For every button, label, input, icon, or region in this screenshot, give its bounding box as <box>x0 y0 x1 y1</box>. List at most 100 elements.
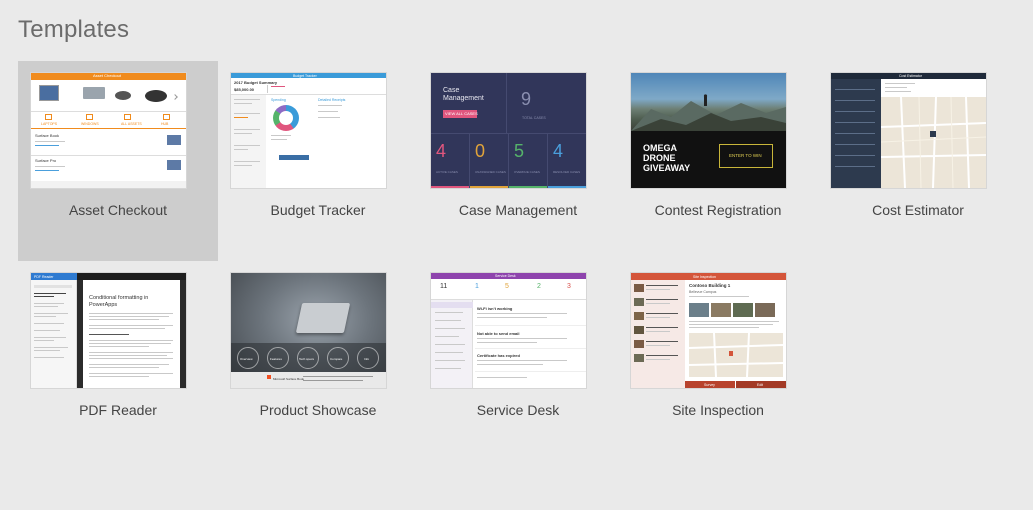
template-label: Budget Tracker <box>270 202 366 218</box>
thumbnail-shape <box>755 303 775 317</box>
thumbnail-text: GIVEAWAY <box>643 163 691 173</box>
thumbnail-text: $85,000.00 <box>234 87 255 92</box>
thumbnail-shape <box>646 331 670 332</box>
template-label: Service Desk <box>476 402 560 418</box>
thumbnail-shape <box>646 327 678 328</box>
thumbnail-text: 4 <box>436 141 447 161</box>
thumbnail-shape <box>431 186 469 188</box>
template-tile-budget-tracker[interactable]: Budget Tracker 2017 Budget Summary $85,0… <box>218 61 418 261</box>
thumbnail-shape <box>689 327 759 328</box>
thumbnail-text: Budget Tracker <box>293 74 317 78</box>
thumbnail-shape <box>689 303 709 317</box>
thumbnail-shape <box>477 317 547 318</box>
thumbnail-shape <box>835 100 875 101</box>
template-label: Cost Estimator <box>872 202 964 218</box>
thumbnail-text: Not able to send email <box>477 331 520 336</box>
thumbnail-shape <box>435 352 463 353</box>
template-label: Contest Registration <box>654 202 782 218</box>
page-title: Templates <box>18 16 130 43</box>
cost-estimator-thumbnail: Cost Estimator <box>831 73 986 188</box>
thumbnail-shape <box>34 357 64 358</box>
thumbnail-text: Survey <box>704 383 715 387</box>
template-label: Site Inspection <box>672 402 764 418</box>
thumbnail-shape <box>646 285 678 286</box>
thumbnail-text: 3 <box>567 283 571 290</box>
thumbnail-shape <box>835 155 875 156</box>
template-tile-contest-registration[interactable]: OMEGA DRONE GIVEAWAY ENTER TO WIN Contes… <box>618 61 818 261</box>
thumbnail-text: Wi-Fi isn't working <box>477 306 513 311</box>
template-tile-service-desk[interactable]: Service Desk 11 1 5 2 3 Wi-Fi isn't work… <box>418 261 618 461</box>
thumbnail-text: Surface Book <box>35 133 60 138</box>
thumbnail-shape <box>477 377 527 378</box>
thumbnail-shape <box>295 303 351 333</box>
thumbnail-text: 1 <box>475 283 479 290</box>
contest-registration-thumbnail: OMEGA DRONE GIVEAWAY ENTER TO WIN <box>631 73 786 188</box>
thumbnail-shape <box>646 345 670 346</box>
thumbnail-shape <box>231 95 266 188</box>
thumbnail-shape <box>39 85 59 101</box>
thumbnail-shape <box>279 155 309 160</box>
thumbnail-shape <box>234 117 248 118</box>
thumbnail-shape <box>646 303 670 304</box>
thumbnail-text: Service Desk <box>495 274 516 278</box>
thumbnail-shape <box>435 328 465 329</box>
thumbnail-shape <box>646 355 678 356</box>
thumbnail-shape <box>885 91 911 92</box>
pdf-reader-thumbnail: PDF Reader Conditional formatting in Pow… <box>31 273 186 388</box>
thumbnail-shape <box>318 117 340 118</box>
thumbnail-text: 0 <box>475 141 486 161</box>
thumbnail-shape <box>167 160 181 170</box>
template-tile-product-showcase[interactable]: Overview Features Tech specs Compare Inf… <box>218 261 418 461</box>
template-label: PDF Reader <box>79 402 157 418</box>
thumbnail-shape <box>303 376 373 377</box>
thumbnail-text: 5 <box>505 283 509 290</box>
thumbnail-shape <box>509 186 547 188</box>
budget-tracker-thumbnail: Budget Tracker 2017 Budget Summary $85,0… <box>231 73 386 188</box>
thumbnail-shape <box>477 364 543 365</box>
thumbnail-text: ALL ASSETS <box>121 122 142 126</box>
thumbnail-shape <box>31 111 186 112</box>
thumbnail-shape <box>477 360 567 361</box>
template-tile-case-management[interactable]: Case Management VIEW ALL CASES 9 TOTAL C… <box>418 61 618 261</box>
template-tile-pdf-reader[interactable]: PDF Reader Conditional formatting in Pow… <box>18 261 218 461</box>
thumbnail-shape <box>318 105 342 106</box>
thumbnail-text: 5 <box>514 141 525 161</box>
thumbnail-shape <box>89 355 167 356</box>
thumbnail-text: Case <box>443 87 460 94</box>
thumbnail-shape <box>234 133 252 134</box>
template-label: Asset Checkout <box>68 202 168 218</box>
asset-checkout-thumbnail: Asset Checkout LAPTOPS WINDOWS ALL ASSET… <box>31 73 186 188</box>
template-tile-asset-checkout[interactable]: Asset Checkout LAPTOPS WINDOWS ALL ASSET… <box>18 61 218 261</box>
thumbnail-shape <box>835 166 875 167</box>
thumbnail-shape <box>89 325 173 326</box>
thumbnail-text: Tech specs <box>299 357 315 361</box>
thumbnail-shape <box>508 133 509 188</box>
thumbnail-text: Compare <box>330 357 343 361</box>
thumbnail-shape <box>470 186 508 188</box>
thumbnail-text: Spending <box>271 98 286 102</box>
thumbnail-shape <box>477 313 567 314</box>
thumbnail-shape <box>733 303 753 317</box>
thumbnail-shape <box>89 367 159 368</box>
thumbnail-shape <box>634 326 644 334</box>
thumbnail-shape <box>234 99 260 100</box>
thumbnail-text: RESOLVED CASES <box>553 170 581 174</box>
thumbnail-shape <box>234 161 260 162</box>
thumbnail-shape <box>279 111 293 125</box>
thumbnail-text: Detailed Receipts <box>318 98 346 102</box>
thumbnail-shape <box>172 94 178 100</box>
thumbnail-shape <box>89 328 165 329</box>
thumbnail-shape <box>506 73 507 133</box>
case-management-thumbnail: Case Management VIEW ALL CASES 9 TOTAL C… <box>431 73 586 188</box>
thumbnail-shape <box>835 111 875 112</box>
thumbnail-shape <box>435 312 463 313</box>
thumbnail-shape <box>885 83 915 84</box>
thumbnail-shape <box>86 114 93 120</box>
thumbnail-text: 2 <box>537 283 541 290</box>
thumbnail-shape <box>34 347 68 348</box>
template-tile-site-inspection[interactable]: Site Inspection Contoso Building 1 Belle… <box>618 261 818 461</box>
thumbnail-shape <box>547 133 548 188</box>
thumbnail-shape <box>631 280 685 388</box>
thumbnail-shape <box>646 289 670 290</box>
template-tile-cost-estimator[interactable]: Cost Estimator Cost Estimator <box>818 61 1018 261</box>
